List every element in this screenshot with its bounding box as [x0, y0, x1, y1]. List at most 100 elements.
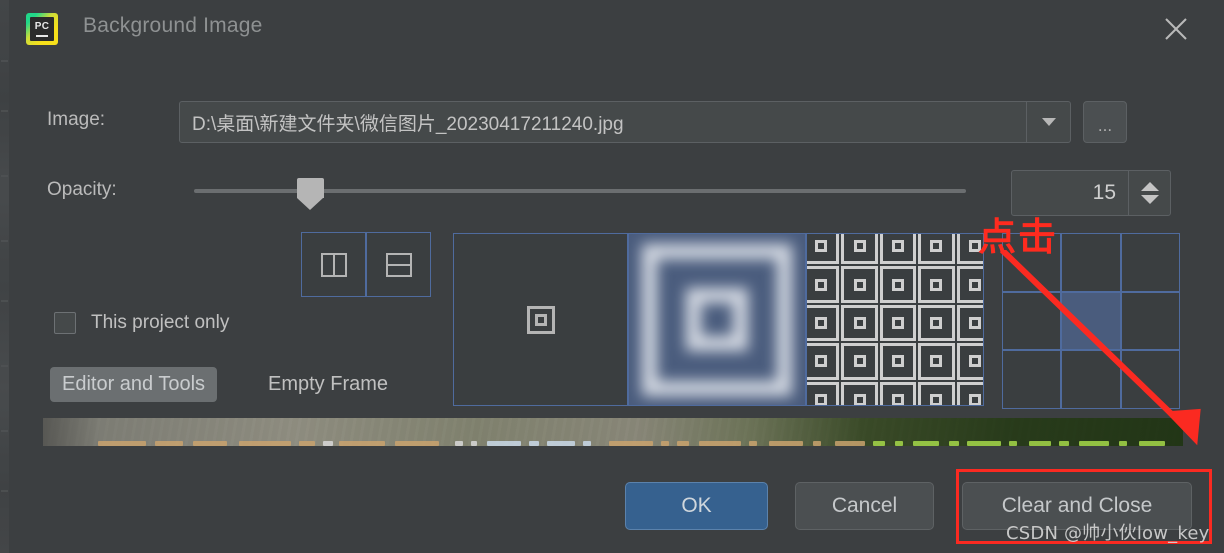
split-vertical-button[interactable]	[301, 232, 366, 297]
preview-code-glyph	[1079, 441, 1109, 446]
nested-square-icon	[918, 343, 955, 380]
chevron-down-icon[interactable]	[1026, 102, 1070, 142]
nested-square-icon	[918, 234, 955, 265]
preview-code-glyph	[1029, 441, 1051, 446]
anchor-cell-8[interactable]	[1120, 350, 1180, 409]
tab-empty-frame[interactable]: Empty Frame	[266, 367, 390, 402]
preview-code-glyph	[1059, 441, 1069, 446]
opacity-slider[interactable]	[194, 170, 966, 214]
preview-code-glyph	[677, 441, 689, 446]
preview-code-glyph	[609, 441, 653, 446]
anchor-cell-2[interactable]	[1120, 233, 1180, 292]
preview-code-glyph	[895, 441, 903, 446]
preview-code-glyph	[913, 441, 939, 446]
anchor-cell-7[interactable]	[1061, 350, 1121, 409]
preview-code-glyph	[1139, 441, 1165, 446]
pycharm-icon: PC	[26, 13, 58, 45]
nested-square-icon	[918, 266, 955, 303]
nested-square-icon	[879, 234, 917, 265]
opacity-slider-handle[interactable]	[297, 178, 324, 210]
nested-square-icon	[918, 381, 955, 405]
preview-code-glyph	[873, 441, 885, 446]
preview-scaled-blurred[interactable]	[628, 233, 806, 406]
split-horizontal-button[interactable]	[366, 232, 431, 297]
preview-code-glyph	[455, 441, 463, 446]
nested-square-icon	[841, 304, 878, 342]
anchor-cell-6[interactable]	[1002, 350, 1062, 409]
image-path-value[interactable]: D:\桌面\新建文件夹\微信图片_20230417211240.jpg	[180, 109, 1026, 136]
preview-code-glyph	[98, 441, 146, 446]
nested-square-icon	[841, 234, 878, 265]
preview-code-glyph	[661, 441, 669, 446]
background-image-dialog: PC Background Image Image: D:\桌面\新建文件夹\微…	[0, 0, 1224, 553]
nested-square-icon	[956, 381, 983, 405]
cancel-button[interactable]: Cancel	[795, 482, 934, 530]
preview-tiled[interactable]	[806, 233, 984, 406]
page-title: Background Image	[83, 14, 263, 37]
background-preview-strip	[43, 418, 1183, 446]
preview-code-glyph	[487, 441, 521, 446]
preview-code-glyph	[813, 441, 821, 446]
dialog-titlebar: PC Background Image	[9, 0, 1224, 58]
opacity-stepper-buttons[interactable]	[1128, 171, 1170, 215]
browse-button[interactable]: ...	[1083, 101, 1127, 143]
nested-square-icon	[956, 266, 983, 303]
preview-code-glyph	[699, 441, 741, 446]
nested-square-icon	[879, 304, 917, 342]
nested-square-icon	[841, 266, 878, 303]
nested-square-icon	[807, 381, 840, 405]
split-horizontal-icon	[385, 252, 412, 277]
preview-code-glyph	[239, 441, 291, 446]
annotation-click-text: 点击	[978, 215, 1059, 259]
nested-square-icon	[879, 266, 917, 303]
triangle-up-icon[interactable]	[1140, 182, 1159, 191]
close-icon[interactable]	[1159, 12, 1193, 46]
nested-square-icon	[642, 243, 792, 396]
csdn-watermark: CSDN @帅小伙low_key	[1006, 523, 1210, 544]
nested-square-icon	[807, 234, 840, 265]
this-project-only-label: This project only	[91, 312, 230, 333]
nested-square-icon	[807, 343, 840, 380]
preview-code-glyph	[395, 441, 439, 446]
nested-square-icon	[956, 343, 983, 380]
underlying-window-edge	[0, 0, 9, 553]
split-vertical-icon	[320, 252, 347, 277]
preview-code-glyph	[193, 441, 227, 446]
nested-square-icon	[879, 343, 917, 380]
anchor-cell-4[interactable]	[1061, 291, 1121, 351]
preview-code-glyph	[769, 441, 803, 446]
preview-code-glyph	[547, 441, 575, 446]
tab-editor-and-tools[interactable]: Editor and Tools	[50, 367, 218, 402]
preview-code-glyph	[967, 441, 1001, 446]
nested-square-icon	[956, 304, 983, 342]
preview-code-glyph	[1119, 441, 1127, 446]
checkbox-box[interactable]	[54, 312, 76, 334]
preview-code-glyph	[835, 441, 865, 446]
nested-square-icon	[807, 304, 840, 342]
anchor-cell-3[interactable]	[1002, 291, 1062, 351]
nested-square-icon	[841, 343, 878, 380]
anchor-cell-1[interactable]	[1061, 233, 1121, 292]
nested-square-icon	[841, 381, 878, 405]
preview-code-glyph	[471, 441, 477, 446]
image-path-field[interactable]: D:\桌面\新建文件夹\微信图片_20230417211240.jpg	[179, 101, 1071, 143]
nested-square-icon	[807, 266, 840, 303]
app-icon-text: PC	[34, 20, 50, 32]
nested-square-icon	[526, 305, 555, 334]
nested-square-icon	[918, 304, 955, 342]
preview-code-glyph	[749, 441, 757, 446]
triangle-down-icon[interactable]	[1140, 195, 1159, 204]
preview-code-glyph	[1009, 441, 1017, 446]
image-label: Image:	[47, 109, 106, 130]
preview-code-glyph	[583, 441, 591, 446]
preview-code-glyph	[529, 441, 539, 446]
nested-square-tile-icon	[807, 234, 983, 405]
preview-center[interactable]	[453, 233, 628, 406]
preview-code-glyph	[155, 441, 183, 446]
anchor-cell-5[interactable]	[1120, 291, 1180, 351]
preview-code-glyph	[949, 441, 959, 446]
preview-code-glyph	[323, 441, 333, 446]
ok-button[interactable]: OK	[625, 482, 768, 530]
this-project-only-checkbox[interactable]: This project only	[54, 312, 229, 334]
nested-square-icon	[879, 381, 917, 405]
